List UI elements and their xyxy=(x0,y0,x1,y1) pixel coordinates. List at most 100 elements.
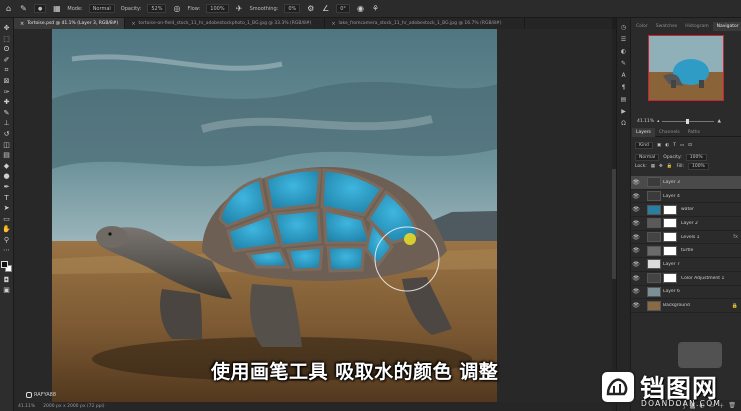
document-tab-1[interactable]: × Tortoise.psd @ 41.1% (Layer 3, RGB/8#) xyxy=(14,18,126,29)
fill-field[interactable]: 100% xyxy=(687,162,709,170)
dodge-tool-icon[interactable]: ● xyxy=(2,172,11,180)
layer-mask-thumbnail[interactable] xyxy=(663,245,677,256)
brush-size-picker[interactable]: ● xyxy=(34,4,47,13)
layer-mask-thumbnail[interactable] xyxy=(663,218,677,229)
tab-color[interactable]: Color xyxy=(632,22,652,31)
flow-field[interactable]: 100% xyxy=(206,4,229,13)
eyedropper-tool-icon[interactable]: ✑ xyxy=(2,88,11,96)
layer-thumbnail[interactable] xyxy=(647,259,661,270)
symmetry-icon[interactable]: ⚘ xyxy=(371,4,380,13)
move-tool-icon[interactable]: ✥ xyxy=(2,24,11,32)
zoom-slider-knob[interactable] xyxy=(686,118,690,124)
smoothing-field[interactable]: 0% xyxy=(284,4,301,13)
layer-name[interactable]: Layer 6 xyxy=(663,289,680,294)
pressure-size-icon[interactable]: ◉ xyxy=(356,4,365,13)
close-tab-icon[interactable]: × xyxy=(331,21,335,27)
color-swatches[interactable] xyxy=(1,261,12,273)
layer-name[interactable]: Color Adjustment 1 xyxy=(681,276,724,281)
healing-brush-tool-icon[interactable]: ✚ xyxy=(2,98,11,106)
visibility-eye-icon[interactable]: 👁 xyxy=(631,288,641,295)
blend-mode-select[interactable]: Normal xyxy=(635,153,660,161)
gear-icon[interactable]: ⚙ xyxy=(306,4,315,13)
foreground-color-swatch[interactable] xyxy=(1,261,8,269)
document-tab-3[interactable]: × lake_fromcamera_stock_11_hr_adobestock_… xyxy=(325,18,526,29)
actions-icon[interactable]: ▶ xyxy=(620,108,628,116)
zoom-in-icon[interactable]: ▲ xyxy=(717,119,720,124)
layer-thumbnail[interactable] xyxy=(647,191,661,202)
layer-thumbnail[interactable] xyxy=(647,286,661,297)
pressure-opacity-icon[interactable]: ◎ xyxy=(172,4,181,13)
zoom-tool-icon[interactable]: ⚲ xyxy=(2,236,11,244)
filter-shape-icon[interactable]: ▭ xyxy=(680,143,684,148)
layer-row[interactable]: 👁 Layer 3 xyxy=(631,176,741,190)
tab-channels[interactable]: Channels xyxy=(655,128,684,137)
navigator-preview[interactable] xyxy=(648,35,724,101)
paragraph-icon[interactable]: ¶ xyxy=(620,84,628,92)
hand-tool-icon[interactable]: ✋ xyxy=(2,225,11,233)
shape-tool-icon[interactable]: ▭ xyxy=(2,215,11,223)
type-tool-icon[interactable]: T xyxy=(2,194,11,202)
lock-position-icon[interactable]: ✥ xyxy=(659,164,663,169)
filter-type-icon[interactable]: T xyxy=(673,143,676,148)
angle-field[interactable]: 0° xyxy=(336,4,350,13)
layer-row[interactable]: 👁 Layer 4 xyxy=(631,190,741,204)
brush-settings-icon[interactable]: ▦ xyxy=(52,4,61,13)
layer-name[interactable]: Layer 2 xyxy=(681,221,698,226)
glyphs-icon[interactable]: Ω xyxy=(620,120,628,128)
frame-tool-icon[interactable]: ⊠ xyxy=(2,77,11,85)
layer-thumbnail[interactable] xyxy=(647,218,661,229)
navigator-zoom-value[interactable]: 41.11% xyxy=(637,119,654,124)
close-tab-icon[interactable]: × xyxy=(20,21,24,27)
document-canvas[interactable] xyxy=(52,29,497,411)
visibility-eye-icon[interactable]: 👁 xyxy=(631,179,641,186)
layer-name[interactable]: Background xyxy=(663,303,690,308)
layer-mask-thumbnail[interactable] xyxy=(663,232,677,243)
history-icon[interactable]: ◷ xyxy=(620,24,628,32)
brush-tool-icon[interactable]: ✎ xyxy=(19,4,28,13)
layer-row[interactable]: 👁 Layer 2 xyxy=(631,217,741,231)
layer-row[interactable]: 👁 Layer 6 xyxy=(631,286,741,300)
tab-navigator[interactable]: Navigator xyxy=(712,22,741,31)
filter-smart-icon[interactable]: ⊡ xyxy=(688,143,692,148)
layer-name[interactable]: Levels 1 xyxy=(681,235,700,240)
close-tab-icon[interactable]: × xyxy=(131,21,135,27)
visibility-eye-icon[interactable]: 👁 xyxy=(631,275,641,282)
kind-filter-select[interactable]: Kind xyxy=(635,141,653,149)
filter-adjust-icon[interactable]: ◐ xyxy=(665,143,669,148)
libraries-icon[interactable]: ▤ xyxy=(620,96,628,104)
filter-pixel-icon[interactable]: ▣ xyxy=(657,143,661,148)
more-tools-icon[interactable]: ⋯ xyxy=(2,246,11,254)
layer-thumbnail[interactable] xyxy=(647,245,661,256)
lasso-tool-icon[interactable]: ʘ xyxy=(2,45,11,53)
tab-histogram[interactable]: Histogram xyxy=(681,22,712,31)
tab-paths[interactable]: Paths xyxy=(684,128,704,137)
layer-name[interactable]: Layer 3 xyxy=(663,180,680,185)
layer-mask-thumbnail[interactable] xyxy=(663,204,677,215)
brush-tool-icon[interactable]: ✎ xyxy=(2,109,11,117)
layer-name[interactable]: Layer 7 xyxy=(663,262,680,267)
visibility-eye-icon[interactable]: 👁 xyxy=(631,302,641,309)
path-select-tool-icon[interactable]: ➤ xyxy=(2,204,11,212)
visibility-eye-icon[interactable]: 👁 xyxy=(631,193,641,200)
quick-select-tool-icon[interactable]: ✐ xyxy=(2,56,11,64)
brushes-icon[interactable]: ✎ xyxy=(620,60,628,68)
crop-tool-icon[interactable]: ⌗ xyxy=(2,66,11,74)
document-tab-2[interactable]: × tortoise-on-field_stock_11_hr_adobestoc… xyxy=(125,18,326,29)
layer-mask-thumbnail[interactable] xyxy=(663,273,677,284)
layer-row[interactable]: 👁 water xyxy=(631,203,741,218)
layer-name[interactable]: Layer 4 xyxy=(663,194,680,199)
opacity-field[interactable]: 52% xyxy=(147,4,167,13)
layer-row[interactable]: 👁 Color Adjustment 1 xyxy=(631,272,741,286)
layer-name[interactable]: water xyxy=(681,207,694,212)
eraser-tool-icon[interactable]: ◫ xyxy=(2,141,11,149)
visibility-eye-icon[interactable]: 👁 xyxy=(631,247,641,254)
lock-all-icon[interactable]: 🔒 xyxy=(667,164,673,169)
lock-pixels-icon[interactable]: ▦ xyxy=(651,164,655,169)
layer-thumbnail[interactable] xyxy=(647,273,661,284)
quick-mask-icon[interactable]: ◘ xyxy=(2,276,11,284)
layer-thumbnail[interactable] xyxy=(647,300,661,311)
angle-icon[interactable]: ∠ xyxy=(321,4,330,13)
home-icon[interactable]: ⌂ xyxy=(4,4,13,13)
zoom-out-icon[interactable]: ▴ xyxy=(657,119,659,124)
zoom-slider[interactable] xyxy=(662,118,715,124)
